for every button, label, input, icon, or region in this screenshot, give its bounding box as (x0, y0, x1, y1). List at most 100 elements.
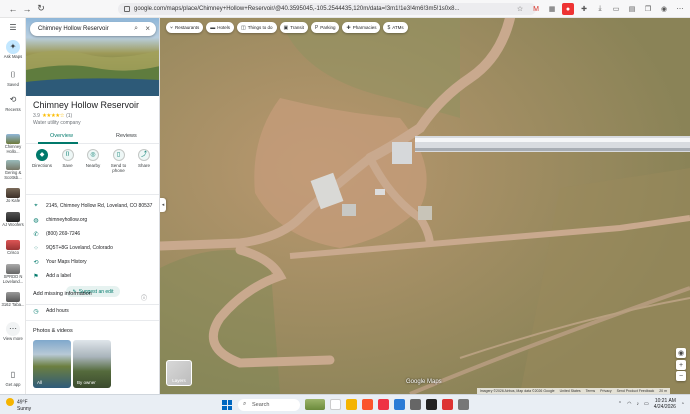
app-icon[interactable] (378, 399, 389, 410)
address-bar[interactable]: google.com/maps/place/Chimney+Hollow+Res… (118, 3, 536, 15)
save-button[interactable]: ⌷ Save (56, 149, 80, 173)
app-icon[interactable] (442, 399, 453, 410)
zoom-in-button[interactable]: + (676, 360, 686, 370)
sidebar-item-recent-2[interactable]: Gering & Scottsb... (1, 160, 25, 180)
photo-label-all: All (37, 380, 43, 385)
wifi-icon[interactable]: ◠ (627, 401, 631, 407)
collapse-panel-button[interactable]: ◂ (160, 198, 166, 212)
sidebar-item-saved[interactable]: ⌷ Saved (1, 68, 25, 88)
chevron-up-icon[interactable]: ⌃ (618, 401, 622, 407)
divider (26, 320, 159, 321)
reload-icon[interactable]: ↻ (34, 2, 48, 16)
layers-button[interactable]: Layers (166, 360, 192, 386)
rating-row[interactable]: 3.9 ★★★★☆ (1) (33, 113, 72, 119)
app-icon[interactable] (458, 399, 469, 410)
chip-transit[interactable]: ▣ Transit (279, 22, 308, 33)
weather-widget[interactable]: 49°F Sunny (6, 398, 31, 412)
website-row[interactable]: ◍ chimneyhollow.org (32, 215, 156, 225)
active-tab-indicator (38, 142, 78, 144)
search-icon[interactable]: ⌕ (134, 25, 138, 33)
task-view-icon[interactable] (330, 399, 341, 410)
sidebar-item-recent-5[interactable]: Crisco (1, 240, 25, 256)
chip-atms[interactable]: $ ATMs (383, 22, 408, 33)
terminal-icon[interactable] (426, 399, 437, 410)
photo-all[interactable]: All (33, 340, 71, 388)
hamburger-icon: ☰ (9, 22, 17, 32)
chip-pharmacies[interactable]: ✚ Pharmacies (342, 22, 381, 33)
pegman-icon[interactable]: ◉ (676, 348, 686, 358)
sidebar-item-recent-7[interactable]: 3162 Taba... (1, 292, 25, 308)
sidebar-item-ask-maps[interactable]: ✦ Ask Maps (1, 40, 25, 60)
nearby-icon: ◎ (87, 149, 99, 161)
tabs-icon[interactable]: ❐ (642, 3, 654, 15)
camera-icon: ◫ (241, 24, 246, 31)
place-category[interactable]: Water utility company (33, 120, 81, 126)
photos-heading: Photos & videos (33, 328, 73, 334)
share-button[interactable]: ⤴ Share (132, 149, 156, 173)
start-button[interactable] (222, 400, 232, 410)
menu-icon[interactable]: ⋯ (674, 3, 686, 15)
brave-browser-icon[interactable] (362, 399, 373, 410)
directions-icon: ◆ (36, 149, 48, 161)
chip-restaurants[interactable]: ⑂ Restaurants (166, 22, 204, 33)
app-icon[interactable] (410, 399, 421, 410)
sidebar-item-recent-6[interactable]: SPRDD N Loveland... (1, 264, 25, 284)
add-label-row[interactable]: ⚑ Add a label (32, 271, 156, 281)
nearby-button[interactable]: ◎ Nearby (81, 149, 105, 173)
address-row[interactable]: ⌖ 2145, Chimney Hollow Rd, Loveland, CO … (32, 201, 156, 211)
close-icon[interactable]: × (145, 24, 150, 33)
bookmark-icon: ⌷ (61, 149, 74, 161)
back-icon[interactable]: ← (6, 2, 20, 16)
sidebar-item-recent-4[interactable]: AJ Woofers (1, 212, 25, 228)
reading-list-icon[interactable]: ▤ (626, 3, 638, 15)
sidebar-item-recent-1[interactable]: Chimney Hollo... (1, 134, 25, 154)
battery-icon[interactable]: ▭ (644, 401, 649, 407)
place-thumbnail (6, 292, 20, 302)
chip-hotels[interactable]: ▬ Hotels (206, 22, 235, 33)
atm-icon: $ (387, 24, 391, 31)
puzzle-icon[interactable]: ✚ (578, 3, 590, 15)
download-icon[interactable]: ⤓ (594, 3, 606, 15)
send-to-phone-button[interactable]: ▯ Send to phone (107, 149, 131, 173)
taskbar-search[interactable]: ⌕ Search (238, 399, 300, 411)
clock[interactable]: 10:21 AM 4/24/2026 (654, 398, 676, 410)
extension-icon[interactable]: ▦ (546, 3, 558, 15)
search-input[interactable]: Chimney Hollow Reservoir ⌕ × (30, 22, 156, 36)
sidebar-item-menu[interactable]: ☰ (1, 21, 25, 36)
sidebar-item-get-app[interactable]: ▯ Get app (1, 368, 25, 388)
red-extension-icon[interactable]: ● (562, 3, 574, 15)
sidebar-toggle-icon[interactable]: ▭ (610, 3, 622, 15)
plus-code-row[interactable]: ⁘ 9Q5T+8G Loveland, Colorado (32, 243, 156, 253)
file-explorer-icon[interactable] (346, 399, 357, 410)
notification-icon[interactable]: ◔ (681, 401, 684, 407)
chip-parking[interactable]: P Parking (310, 22, 340, 33)
star-icon[interactable]: ☆ (514, 3, 526, 15)
label-icon: ⚑ (33, 273, 39, 280)
sidebar-item-recent-3[interactable]: Jo Kafe (1, 188, 25, 204)
directions-button[interactable]: ◆ Directions (30, 149, 54, 173)
add-hours-row[interactable]: ◷ Add hours (32, 306, 156, 316)
info-icon[interactable]: ⓘ (140, 292, 154, 302)
sidebar-item-recents[interactable]: ⟲ Recents (1, 93, 25, 113)
site-info-icon[interactable] (124, 6, 130, 12)
place-thumbnail (6, 160, 20, 170)
place-thumbnail (6, 240, 20, 250)
chip-things-to-do[interactable]: ◫ Things to do (237, 22, 277, 33)
maps-history-row[interactable]: ⟲ Your Maps History (32, 257, 156, 267)
vscode-icon[interactable] (394, 399, 405, 410)
satellite-map[interactable]: ⑂ Restaurants ▬ Hotels ◫ Things to do ▣ Tran… (160, 18, 690, 394)
google-maps-logo: Google Maps (406, 379, 442, 385)
phone-row[interactable]: ✆ (800) 269-7246 (32, 229, 156, 239)
forward-icon[interactable]: → (20, 2, 34, 16)
photo-by-owner[interactable]: By owner (73, 340, 111, 388)
pin-icon: ⌖ (34, 202, 38, 209)
tab-overview[interactable]: Overview (50, 133, 73, 139)
widgets-icon[interactable] (305, 399, 325, 410)
share-icon: ⤴ (138, 149, 150, 161)
volume-icon[interactable]: ♪ (636, 401, 639, 407)
gmail-icon[interactable]: M (530, 3, 542, 15)
account-icon[interactable]: ◉ (658, 3, 670, 15)
sidebar-item-view-more[interactable]: ⋯ View more (1, 322, 25, 342)
zoom-out-button[interactable]: − (676, 371, 686, 381)
tab-reviews[interactable]: Reviews (116, 133, 137, 139)
